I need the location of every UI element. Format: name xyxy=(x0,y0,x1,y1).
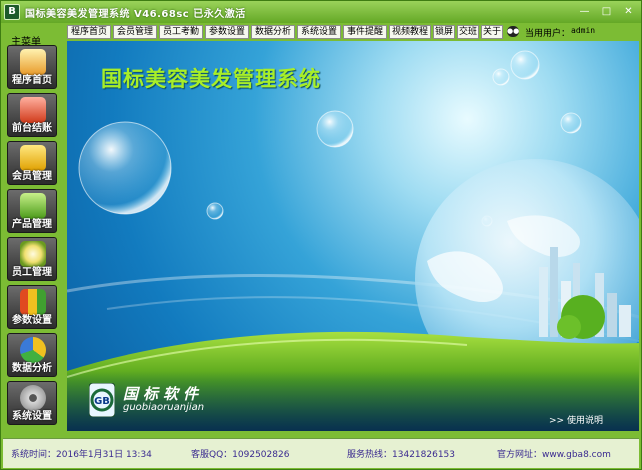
system-time-caption: 系统时间： xyxy=(11,450,57,460)
current-user-label: 当用用户： xyxy=(525,29,571,39)
sidebar-item-label: 参数设置 xyxy=(12,315,52,326)
menu-attendance[interactable]: 员工考勤 xyxy=(159,25,203,39)
maximize-button[interactable]: □ xyxy=(599,5,614,19)
sidebar: 程序首页 前台结账 会员管理 产品管理 员工管理 参数设置 数据分析 系统设置 xyxy=(7,45,59,435)
menu-reminders[interactable]: 事件提醒 xyxy=(343,25,387,39)
company-name: 国标软件 xyxy=(123,385,204,403)
menu-tutorials[interactable]: 视频教程 xyxy=(389,25,431,39)
company-logo-icon: GB xyxy=(89,383,115,417)
main-panel: 国标美容美发管理系统 GB 国标软件 guobiaoruanjian >> 使用… xyxy=(67,41,639,431)
system-time-label: 系统时间：2016年1月31日 13:34 xyxy=(11,447,152,460)
menu-analysis[interactable]: 数据分析 xyxy=(251,25,295,39)
skyscraper xyxy=(550,247,558,337)
website-value[interactable]: www.gba8.com xyxy=(542,450,611,460)
sidebar-item-label: 前台结账 xyxy=(12,123,52,134)
sidebar-item-label: 数据分析 xyxy=(12,363,52,374)
title-bar[interactable]: B 国标美容美发管理系统 V46.68sc 已永久激活 — □ ✕ xyxy=(1,1,641,23)
menu-shift[interactable]: 交班 xyxy=(457,25,479,39)
sidebar-item-staff[interactable]: 员工管理 xyxy=(7,237,57,281)
minimize-button[interactable]: — xyxy=(577,5,592,19)
menu-settings[interactable]: 系统设置 xyxy=(297,25,341,39)
bubble xyxy=(560,112,582,134)
sidebar-item-parameters[interactable]: 参数设置 xyxy=(7,285,57,329)
background-scene xyxy=(67,50,639,431)
qq-value: 1092502826 xyxy=(232,450,290,460)
website-caption: 官方网址： xyxy=(497,450,543,460)
qq-label: 客服QQ：1092502826 xyxy=(191,447,289,460)
application-window: B 国标美容美发管理系统 V46.68sc 已永久激活 — □ ✕ 主菜单 程序… xyxy=(0,0,642,470)
menu-members[interactable]: 会员管理 xyxy=(113,25,157,39)
sidebar-item-products[interactable]: 产品管理 xyxy=(7,189,57,233)
skyscraper xyxy=(607,293,617,337)
menu-parameters[interactable]: 参数设置 xyxy=(205,25,249,39)
sidebar-item-checkout[interactable]: 前台结账 xyxy=(7,93,57,137)
bubble xyxy=(316,110,354,148)
close-button[interactable]: ✕ xyxy=(621,5,636,19)
hotline-caption: 服务热线： xyxy=(347,450,393,460)
hotline-label: 服务热线：13421826153 xyxy=(347,447,455,460)
app-logo-icon[interactable]: B xyxy=(4,4,20,20)
current-user-name: admin xyxy=(571,26,596,35)
bubble xyxy=(206,202,224,220)
skyscraper xyxy=(619,305,631,337)
sidebar-item-label: 系统设置 xyxy=(12,411,52,422)
menu-lock[interactable]: 锁屏 xyxy=(433,25,455,39)
skyscraper xyxy=(539,267,548,337)
company-pinyin: guobiaoruanjian xyxy=(123,402,205,413)
large-bubble xyxy=(78,121,172,215)
bubble xyxy=(492,68,510,86)
hotline-value: 13421826153 xyxy=(392,450,456,460)
company-logo-letters: GB xyxy=(94,396,110,407)
menu-home[interactable]: 程序首页 xyxy=(67,25,111,39)
menu-about[interactable]: 关于 xyxy=(481,25,503,39)
qq-caption: 客服QQ： xyxy=(191,450,233,460)
system-time-value: 2016年1月31日 13:34 xyxy=(56,450,152,460)
sidebar-item-system[interactable]: 系统设置 xyxy=(7,381,57,425)
chat-bubble-icon: ●● xyxy=(507,26,520,37)
sidebar-item-home[interactable]: 程序首页 xyxy=(7,45,57,89)
sidebar-item-label: 会员管理 xyxy=(12,171,52,182)
website-label: 官方网址：www.gba8.com xyxy=(497,447,611,460)
tree-canopy xyxy=(557,315,581,339)
sidebar-item-members[interactable]: 会员管理 xyxy=(7,141,57,185)
sidebar-item-label: 员工管理 xyxy=(12,267,52,278)
sidebar-item-label: 产品管理 xyxy=(12,219,52,230)
banner-title: 国标美容美发管理系统 xyxy=(101,67,321,91)
bubble xyxy=(510,50,540,80)
status-bar: 系统时间：2016年1月31日 13:34 客服QQ：1092502826 服务… xyxy=(3,438,639,468)
help-link[interactable]: >> 使用说明 xyxy=(549,413,603,426)
sidebar-item-analysis[interactable]: 数据分析 xyxy=(7,333,57,377)
menu-bar: 程序首页 会员管理 员工考勤 参数设置 数据分析 系统设置 事件提醒 视频教程 … xyxy=(67,25,641,39)
sidebar-item-label: 程序首页 xyxy=(12,75,52,86)
window-title: 国标美容美发管理系统 V46.68sc 已永久激活 xyxy=(25,9,246,20)
